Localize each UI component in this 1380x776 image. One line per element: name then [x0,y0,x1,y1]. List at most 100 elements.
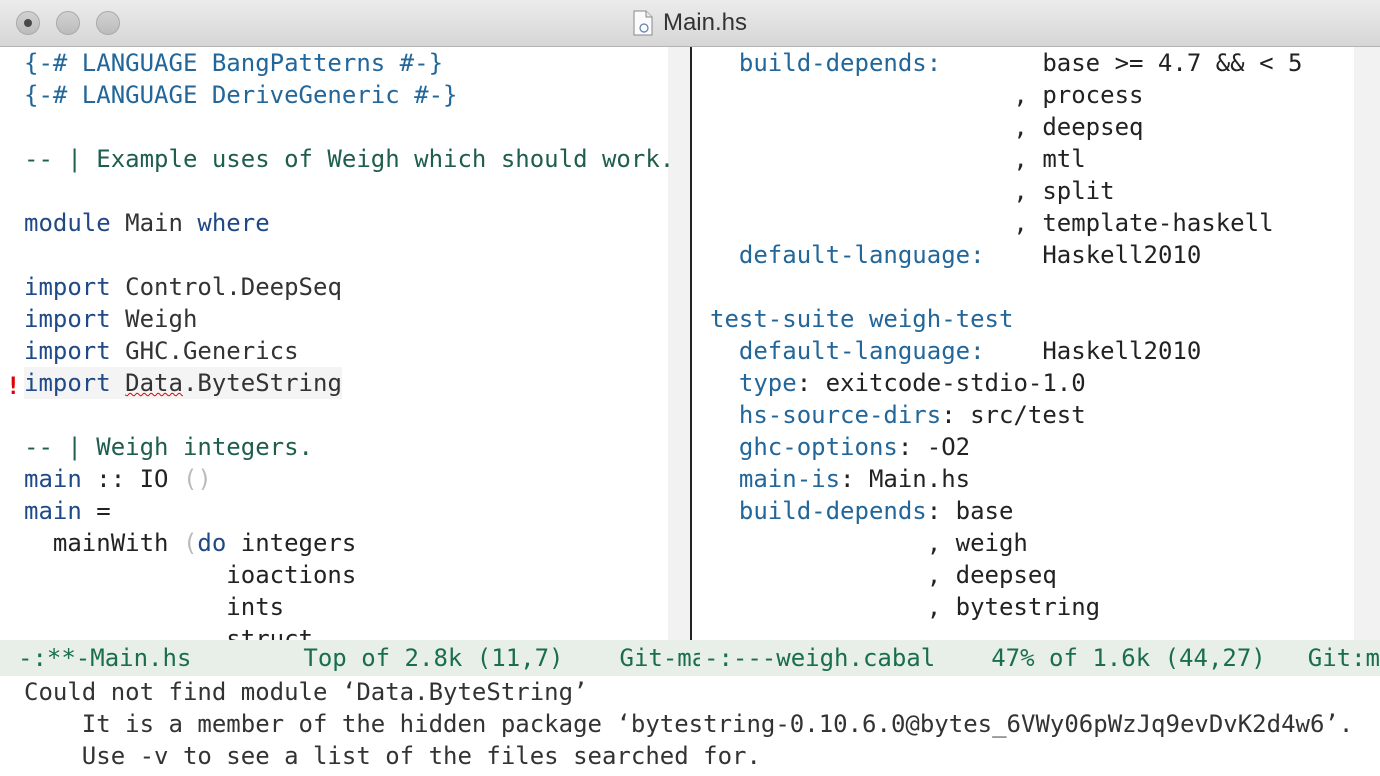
mode-line-position: Top of 2.8k (11,7) [303,644,564,672]
code-token: do [197,529,227,557]
code-area[interactable]: build-depends: base >= 4.7 && < 5 , proc… [710,47,1302,623]
code-line[interactable]: main :: IO () [24,463,674,495]
code-line[interactable]: , deepseq [710,111,1302,143]
code-line[interactable]: build-depends: base >= 4.7 && < 5 [710,47,1303,79]
mode-line-vc[interactable]: Git:ma [1308,640,1380,676]
mode-line-vc[interactable]: Git-ma [620,640,701,676]
code-token: Control.DeepSeq [110,273,342,301]
code-line[interactable]: build-depends: base [710,495,1302,527]
code-token: main [24,497,82,525]
echo-message-line: It is a member of the hidden package ‘by… [24,710,1354,738]
code-token: -- | Weigh integers. [24,433,313,461]
code-token: {-# LANGUAGE DeriveGeneric #-} [24,81,458,109]
code-line[interactable] [24,175,674,207]
code-line[interactable] [24,111,674,143]
code-line[interactable]: import Control.DeepSeq [24,271,674,303]
code-line[interactable]: ints [24,591,674,623]
mode-line-buffer-name[interactable]: weigh.cabal [776,640,935,676]
code-token: Haskell2010 [984,241,1202,269]
echo-message-line: Could not find module ‘Data.ByteString’ [24,678,588,706]
code-line[interactable]: {-# LANGUAGE DeriveGeneric #-} [24,79,674,111]
code-token: : Main.hs [840,465,971,493]
code-token: , mtl [710,145,1086,173]
code-line[interactable]: , template-haskell [710,207,1302,239]
editor-pane-weigh-cabal[interactable]: build-depends: base >= 4.7 && < 5 , proc… [692,47,1380,640]
code-token: main-is [710,465,841,493]
code-line[interactable]: module Main where [24,207,674,239]
code-token: , split [710,177,1115,205]
code-line[interactable]: , deepseq [710,559,1302,591]
code-line[interactable]: ghc-options: -O2 [710,431,1302,463]
code-line[interactable]: -- | Weigh integers. [24,431,674,463]
left-fringe [0,47,24,640]
error-marker-icon[interactable]: ! [6,370,20,402]
code-line[interactable] [710,271,1302,303]
code-token: default-language: [710,337,985,365]
echo-area[interactable]: Could not find module ‘Data.ByteString’ … [0,676,1380,776]
mode-line-main-hs[interactable]: -:**-Main.hs Top of 2.8k (11,7) Git-ma [0,640,700,676]
code-token: , weigh [710,529,1028,557]
code-line[interactable]: , bytestring [710,591,1302,623]
code-token: , process [710,81,1144,109]
emacs-window: Main.hs {-# LANGUAGE BangPatterns #-} {-#… [0,0,1380,776]
code-token: {-# LANGUAGE BangPatterns #-} [24,49,444,77]
code-token: :: IO [81,465,183,493]
code-token: integers [226,529,357,557]
code-token: ioactions [24,561,357,589]
code-token: Haskell2010 [984,337,1202,365]
code-token: struct [24,625,313,640]
code-line[interactable]: main-is: Main.hs [710,463,1302,495]
mode-line-status: -:--- [704,644,777,672]
code-line[interactable]: , split [710,175,1302,207]
code-line[interactable]: , weigh [710,527,1302,559]
code-line[interactable]: default-language: Haskell2010 [710,335,1302,367]
code-line[interactable]: import Data.ByteString [24,367,342,399]
code-token: .ByteString [182,369,342,397]
editor-pane-main-hs[interactable]: {-# LANGUAGE BangPatterns #-} {-# LANGUAG… [0,47,690,640]
code-token: : base [926,497,1014,525]
window-title: Main.hs [662,9,748,36]
code-line[interactable]: {-# LANGUAGE BangPatterns #-} [24,47,674,79]
code-line[interactable]: struct [24,623,674,640]
code-line[interactable]: ioactions [24,559,674,591]
code-token: import [24,337,111,365]
code-line[interactable] [24,239,674,271]
code-token: () [182,465,212,493]
code-token: , template-haskell [710,209,1274,237]
code-line[interactable] [24,399,674,431]
code-token: type [710,369,797,397]
code-line[interactable]: type: exitcode-stdio-1.0 [710,367,1302,399]
code-token: ( [182,529,198,557]
code-line[interactable]: main = [24,495,674,527]
code-line[interactable]: import GHC.Generics [24,335,674,367]
mode-line-buffer-name[interactable]: Main.hs [90,640,191,676]
code-line[interactable]: hs-source-dirs: src/test [710,399,1302,431]
code-line[interactable]: mainWith (do integers [24,527,674,559]
code-token: import [24,369,111,397]
code-token: base >= 4.7 && < 5 [941,49,1303,77]
code-token: GHC.Generics [110,337,299,365]
code-line[interactable]: , process [710,79,1302,111]
code-token: -- | Example uses of Weigh which should … [24,145,675,173]
code-token: : -O2 [897,433,971,461]
code-token: module [24,209,111,237]
code-token: ints [24,593,285,621]
code-line[interactable]: import Weigh [24,303,674,335]
code-token: test-suite weigh-test [710,305,1014,333]
code-token: , deepseq [710,113,1144,141]
code-line[interactable]: default-language: Haskell2010 [710,239,1302,271]
code-token: ghc-options [710,433,898,461]
code-token: : exitcode-stdio-1.0 [796,369,1086,397]
mode-line-status: -:**- [18,644,91,672]
code-line[interactable]: -- | Example uses of Weigh which should … [24,143,674,175]
code-line[interactable]: test-suite weigh-test [710,303,1302,335]
code-token: build-depends [710,497,927,525]
code-token: main [24,465,82,493]
code-area[interactable]: {-# LANGUAGE BangPatterns #-} {-# LANGUAG… [24,47,674,640]
code-line[interactable]: , mtl [710,143,1302,175]
code-token: , bytestring [710,593,1101,621]
right-fringe [1354,47,1380,640]
mode-line-weigh-cabal[interactable]: -:---weigh.cabal 47% of 1.6k (44,27) Git:m… [700,640,1380,676]
code-token: where [197,209,270,237]
